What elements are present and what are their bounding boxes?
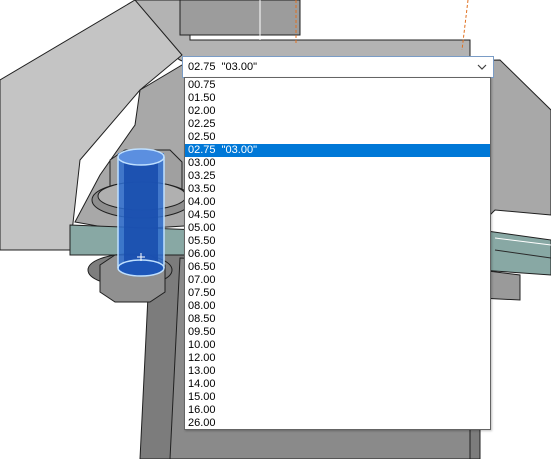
- dropdown-option[interactable]: 14.00: [185, 378, 490, 391]
- dropdown-option[interactable]: 12.00: [185, 352, 490, 365]
- dropdown-option[interactable]: 10.00: [185, 339, 490, 352]
- size-combobox[interactable]: 02.75 "03.00": [182, 56, 494, 78]
- dropdown-option[interactable]: 09.50: [185, 326, 490, 339]
- dropdown-option[interactable]: 06.00: [185, 248, 490, 261]
- dropdown-option[interactable]: 08.00: [185, 300, 490, 313]
- dropdown-option[interactable]: 06.50: [185, 261, 490, 274]
- dropdown-option[interactable]: 05.50: [185, 235, 490, 248]
- dropdown-option[interactable]: 01.50: [185, 92, 490, 105]
- dropdown-option[interactable]: 03.25: [185, 170, 490, 183]
- size-dropdown-list[interactable]: 00.75 01.50 02.00 02.25 02.50 02.75 "03.00" 03…: [184, 77, 491, 430]
- dropdown-option[interactable]: 26.00: [185, 417, 490, 429]
- dropdown-option[interactable]: 08.50: [185, 313, 490, 326]
- chevron-down-icon[interactable]: [471, 57, 493, 77]
- dropdown-option[interactable]: 02.50: [185, 131, 490, 144]
- dropdown-option[interactable]: 03.00: [185, 157, 490, 170]
- dropdown-option[interactable]: 03.50: [185, 183, 490, 196]
- dropdown-option[interactable]: 02.75 "03.00": [185, 144, 490, 157]
- dropdown-option[interactable]: 16.00: [185, 404, 490, 417]
- dropdown-option[interactable]: 02.25: [185, 118, 490, 131]
- dropdown-option[interactable]: 13.00: [185, 365, 490, 378]
- upper-bracket-top: [179, 0, 301, 36]
- dropdown-option[interactable]: 07.00: [185, 274, 490, 287]
- dropdown-option[interactable]: 05.00: [185, 222, 490, 235]
- dropdown-option[interactable]: 15.00: [185, 391, 490, 404]
- dropdown-option[interactable]: 04.00: [185, 196, 490, 209]
- dropdown-option[interactable]: 00.75: [185, 79, 490, 92]
- dropdown-option[interactable]: 07.50: [185, 287, 490, 300]
- dropdown-option[interactable]: 04.50: [185, 209, 490, 222]
- dropdown-option[interactable]: 02.00: [185, 105, 490, 118]
- size-combobox-value: 02.75 "03.00": [188, 61, 257, 73]
